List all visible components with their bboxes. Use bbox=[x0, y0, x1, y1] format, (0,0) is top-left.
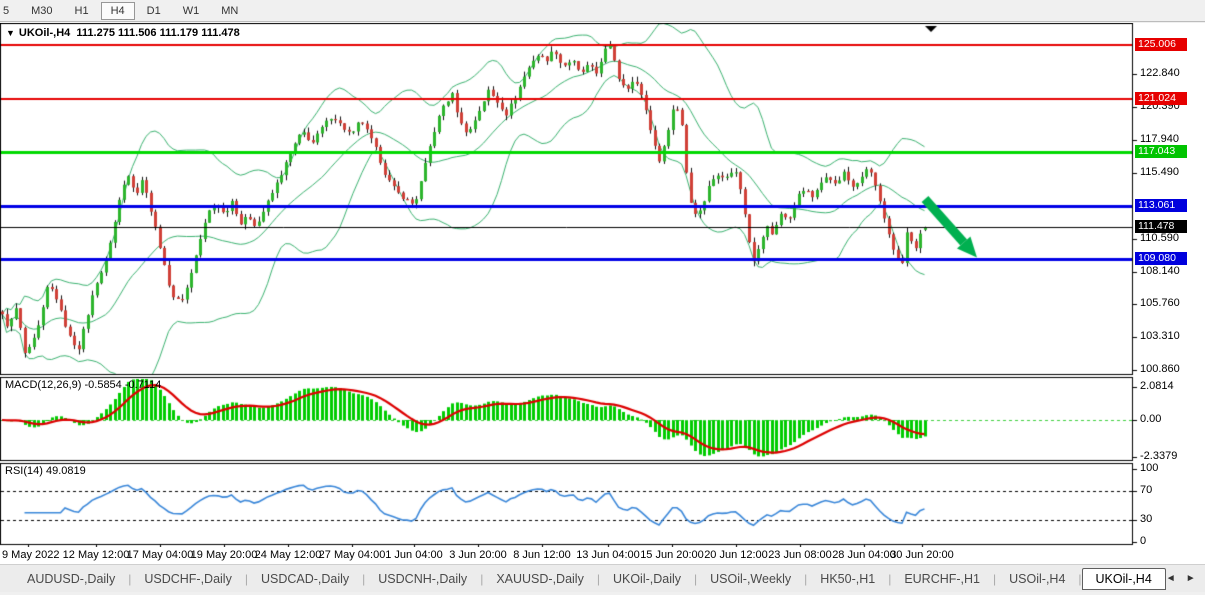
rsi-scale-tick: 0 bbox=[1140, 535, 1146, 547]
tab-usdcad-daily[interactable]: USDCAD-,Daily bbox=[248, 568, 362, 590]
rsi-name: RSI(14) bbox=[5, 465, 43, 477]
price-axis-tick: 105.760 bbox=[1140, 297, 1180, 309]
rsi-value: 49.0819 bbox=[46, 465, 86, 477]
price-level-tag: 121.024 bbox=[1135, 92, 1187, 105]
timeframe-button-m30[interactable]: M30 bbox=[21, 2, 62, 20]
time-axis-label: 19 May 20:00 bbox=[191, 549, 258, 561]
tab-hk50-h1[interactable]: HK50-,H1 bbox=[807, 568, 888, 590]
price-level-tag: 125.006 bbox=[1135, 38, 1187, 51]
chart-title: ▼ UKOil-,H4 111.275 111.506 111.179 111.4… bbox=[6, 27, 240, 39]
time-axis-label: 28 Jun 04:00 bbox=[832, 549, 896, 561]
time-axis-label: 15 Jun 20:00 bbox=[640, 549, 704, 561]
time-axis-label: 17 May 04:00 bbox=[127, 549, 194, 561]
price-axis-tick: 122.840 bbox=[1140, 67, 1180, 79]
time-axis-label: 13 Jun 04:00 bbox=[576, 549, 640, 561]
price-level-tag: 113.061 bbox=[1135, 199, 1187, 212]
price-level-tag: 109.080 bbox=[1135, 252, 1187, 265]
chart-window: ▼ UKOil-,H4 111.275 111.506 111.179 111.4… bbox=[0, 23, 1205, 564]
chart-symbol-period: UKOil-,H4 bbox=[19, 27, 70, 39]
trading-terminal: 5M30H1H4D1W1MN ▼ UKOil-,H4 111.275 111.50… bbox=[0, 0, 1205, 595]
macd-label: MACD(12,26,9) -0.5854 -0.7114 bbox=[5, 379, 161, 391]
time-axis-label: 3 Jun 20:00 bbox=[449, 549, 507, 561]
price-axis-tick: 117.940 bbox=[1140, 133, 1179, 145]
tab-eurchf-h1[interactable]: EURCHF-,H1 bbox=[891, 568, 993, 590]
timeframe-button-5[interactable]: 5 bbox=[0, 2, 19, 20]
price-axis-tick: 108.140 bbox=[1140, 265, 1180, 277]
tab-usoil-h4[interactable]: USOil-,H4 bbox=[996, 568, 1078, 590]
time-axis-label: 8 Jun 12:00 bbox=[513, 549, 571, 561]
time-axis-label: 24 May 12:00 bbox=[255, 549, 322, 561]
tab-audusd-daily[interactable]: AUDUSD-,Daily bbox=[14, 568, 128, 590]
time-axis-label: 20 Jun 12:00 bbox=[704, 549, 768, 561]
tab-scroll-left-icon[interactable]: ◄ bbox=[1166, 573, 1176, 584]
price-level-tag: 117.043 bbox=[1135, 145, 1187, 158]
price-axis-tick: 100.860 bbox=[1140, 363, 1180, 375]
tab-xauusd-daily[interactable]: XAUUSD-,Daily bbox=[483, 568, 597, 590]
rsi-scale-tick: 30 bbox=[1140, 513, 1152, 525]
tab-scroll-controls: ◄► bbox=[1166, 573, 1205, 584]
macd-values: -0.5854 -0.7114 bbox=[84, 379, 161, 391]
time-axis-label: 30 Jun 20:00 bbox=[890, 549, 954, 561]
rsi-scale-tick: 70 bbox=[1140, 484, 1152, 496]
time-axis-label: 9 May 2022 bbox=[2, 549, 59, 561]
timeframe-button-w1[interactable]: W1 bbox=[173, 2, 210, 20]
symbol-tab-bar: AUDUSD-,Daily|USDCHF-,Daily|USDCAD-,Dail… bbox=[0, 564, 1205, 592]
current-price-tag: 111.478 bbox=[1135, 220, 1187, 233]
macd-name: MACD(12,26,9) bbox=[5, 379, 81, 391]
tab-ukoil-daily[interactable]: UKOil-,Daily bbox=[600, 568, 694, 590]
timeframe-toolbar: 5M30H1H4D1W1MN bbox=[0, 0, 1205, 22]
chart-ohlc-values: 111.275 111.506 111.179 111.478 bbox=[76, 27, 239, 39]
rsi-scale-tick: 100 bbox=[1140, 462, 1158, 474]
price-axis-tick: 115.490 bbox=[1140, 166, 1179, 178]
price-chart-canvas[interactable] bbox=[0, 23, 1205, 547]
timeframe-button-mn[interactable]: MN bbox=[211, 2, 248, 20]
time-axis-label: 27 May 04:00 bbox=[319, 549, 386, 561]
time-axis-label: 12 May 12:00 bbox=[63, 549, 130, 561]
tab-usdchf-daily[interactable]: USDCHF-,Daily bbox=[131, 568, 245, 590]
time-axis-label: 1 Jun 04:00 bbox=[385, 549, 443, 561]
tab-ukoil-h4[interactable]: UKOil-,H4 bbox=[1082, 568, 1166, 590]
timeframe-button-h4[interactable]: H4 bbox=[101, 2, 135, 20]
tab-usoil-weekly[interactable]: USOil-,Weekly bbox=[697, 568, 804, 590]
timeframe-button-d1[interactable]: D1 bbox=[137, 2, 171, 20]
time-axis-label: 23 Jun 08:00 bbox=[768, 549, 832, 561]
price-axis-tick: 110.590 bbox=[1140, 232, 1179, 244]
symbol-dropdown-icon[interactable]: ▼ bbox=[6, 28, 15, 38]
macd-scale-tick: -2.3379 bbox=[1140, 450, 1177, 462]
macd-scale-tick: 0.00 bbox=[1140, 413, 1161, 425]
rsi-label: RSI(14) 49.0819 bbox=[5, 465, 86, 477]
macd-scale-tick: 2.0814 bbox=[1140, 380, 1174, 392]
tab-usdcnh-daily[interactable]: USDCNH-,Daily bbox=[365, 568, 480, 590]
tab-scroll-right-icon[interactable]: ► bbox=[1186, 573, 1196, 584]
timeframe-button-h1[interactable]: H1 bbox=[65, 2, 99, 20]
price-axis-tick: 103.310 bbox=[1140, 330, 1180, 342]
